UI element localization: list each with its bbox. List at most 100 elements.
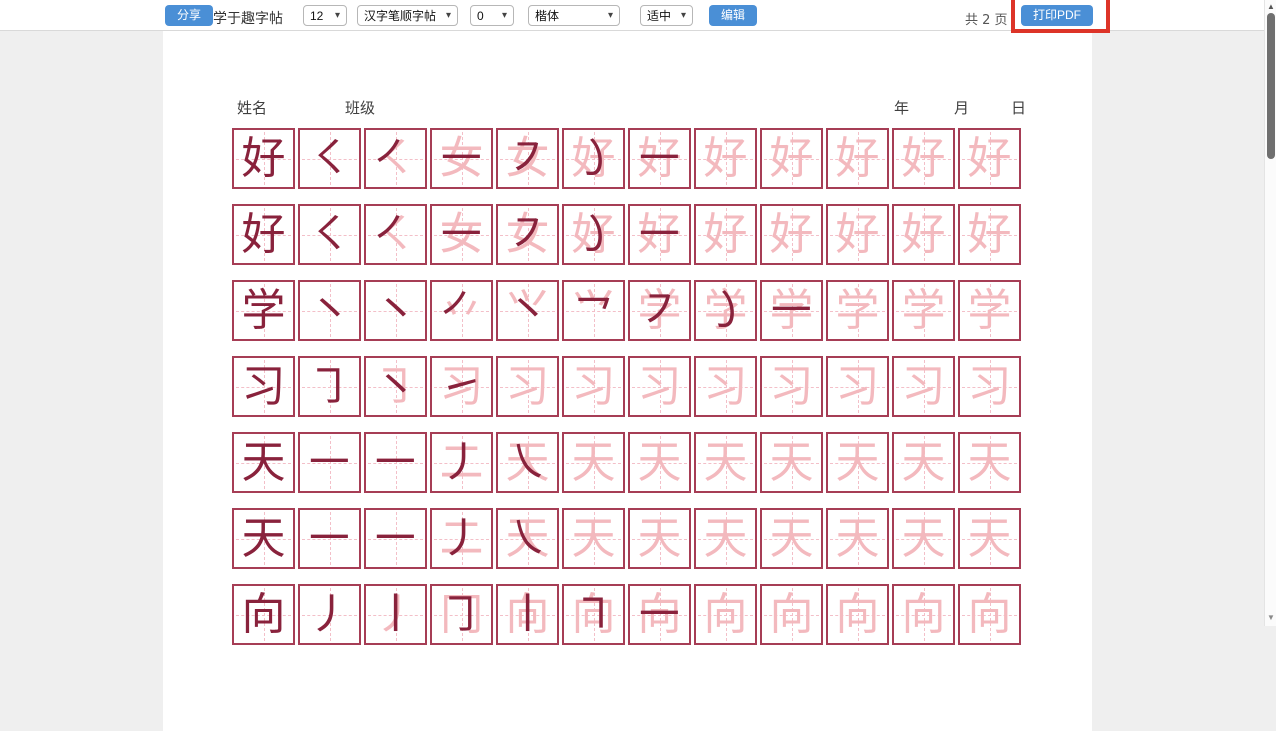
class-label: 班级 — [345, 97, 375, 118]
month-label: 月 — [954, 97, 969, 118]
spacing-select[interactable]: 适中 ▾ — [640, 5, 693, 26]
chevron-down-icon: ▾ — [335, 10, 340, 21]
stroke-character: ㇏ — [498, 510, 557, 567]
stroke-character: ㇁ — [564, 130, 623, 187]
grid-cell: 学㇇ — [628, 280, 691, 341]
grid-cell: ㇛㇒ — [364, 128, 427, 189]
worksheet-type-select[interactable]: 汉字笔顺字帖 ▾ — [357, 5, 458, 26]
stroke-character: ㇔ — [498, 282, 557, 339]
grid-cell: 女㇐ — [430, 204, 493, 265]
offset-select[interactable]: 0 ▾ — [470, 5, 514, 26]
trace-character: 学 — [828, 282, 887, 339]
edit-button[interactable]: 编辑 — [709, 5, 757, 26]
trace-character: 好 — [696, 206, 755, 263]
grid-cell: 习 — [892, 356, 955, 417]
stroke-character: ㇁ — [696, 282, 755, 339]
grid-cell: 好 — [760, 204, 823, 265]
count-select[interactable]: 12 ▾ — [303, 5, 347, 26]
scrollbar[interactable]: ▲ ▼ — [1264, 0, 1276, 626]
grid-cell: 天 — [562, 508, 625, 569]
trace-character: 学 — [960, 282, 1019, 339]
trace-character: 天 — [960, 510, 1019, 567]
stroke-character: 好 — [234, 206, 293, 263]
grid-cell: 学 — [826, 280, 889, 341]
grid-cell: 好 — [232, 204, 295, 265]
grid-cell: 冂㇆ — [430, 584, 493, 645]
grid-cell: 向 — [232, 584, 295, 645]
stroke-character: ㇐ — [366, 434, 425, 491]
grid-cell: ㇐ — [298, 432, 361, 493]
trace-character: 习 — [498, 358, 557, 415]
grid-cell: 好㇁ — [562, 204, 625, 265]
trace-character: 习 — [696, 358, 755, 415]
trace-character: 好 — [828, 206, 887, 263]
trace-character: 天 — [696, 510, 755, 567]
grid-cell: 好 — [232, 128, 295, 189]
grid-cell: 习 — [562, 356, 625, 417]
grid-cell: 天 — [760, 508, 823, 569]
grid-cell: ⺍㇖ — [562, 280, 625, 341]
scroll-up-icon[interactable]: ▲ — [1265, 1, 1276, 13]
trace-character: 向 — [762, 586, 821, 643]
trace-character: 天 — [762, 510, 821, 567]
grid-cell: 学 — [958, 280, 1021, 341]
print-pdf-button[interactable]: 打印PDF — [1021, 5, 1093, 26]
trace-character: 天 — [960, 434, 1019, 491]
grid-cell: 天 — [892, 432, 955, 493]
grid-cell: 天 — [562, 432, 625, 493]
trace-character: 向 — [894, 586, 953, 643]
trace-character: 天 — [828, 434, 887, 491]
trace-character: 天 — [630, 510, 689, 567]
trace-character: 向 — [696, 586, 755, 643]
stroke-character: ㇓ — [432, 434, 491, 491]
trace-character: 天 — [894, 434, 953, 491]
stroke-character: ㇏ — [498, 434, 557, 491]
stroke-character: 习 — [234, 358, 293, 415]
grid-cell: ㇆ — [298, 356, 361, 417]
stroke-character: ㇕ — [564, 586, 623, 643]
grid-cell: 向 — [826, 584, 889, 645]
chevron-down-icon: ▾ — [446, 10, 451, 21]
trace-character: 天 — [564, 510, 623, 567]
grid-cell: 向 — [958, 584, 1021, 645]
grid-cell: 习 — [760, 356, 823, 417]
grid-cell: 习㇀ — [430, 356, 493, 417]
trace-character: 天 — [828, 510, 887, 567]
trace-character: 好 — [894, 206, 953, 263]
stroke-character: ㇐ — [630, 586, 689, 643]
stroke-character: ㇆ — [432, 586, 491, 643]
grid-cell: 天 — [826, 508, 889, 569]
grid-cell: 学 — [232, 280, 295, 341]
trace-character: 习 — [960, 358, 1019, 415]
grid-cell: 习 — [496, 356, 559, 417]
stroke-character: ㇐ — [300, 434, 359, 491]
scroll-down-icon[interactable]: ▼ — [1265, 612, 1276, 624]
grid-cell: 好 — [760, 128, 823, 189]
share-button[interactable]: 分享 — [165, 5, 213, 26]
year-label: 年 — [894, 97, 909, 118]
grid-cell: 天 — [826, 432, 889, 493]
grid-cell: 丷㇒ — [430, 280, 493, 341]
offset-select-value: 0 — [477, 9, 484, 23]
day-label: 日 — [1011, 97, 1026, 118]
stroke-character: ㇁ — [564, 206, 623, 263]
grid-cell: 向 — [760, 584, 823, 645]
grid-cell: 好 — [826, 128, 889, 189]
trace-character: 习 — [762, 358, 821, 415]
stroke-character: ㇓ — [300, 586, 359, 643]
stroke-character: ㇒ — [366, 130, 425, 187]
stroke-character: ㇐ — [630, 206, 689, 263]
stroke-character: ㇐ — [366, 510, 425, 567]
trace-character: 习 — [894, 358, 953, 415]
grid-cell: 向㇕ — [562, 584, 625, 645]
stroke-character: 天 — [234, 510, 293, 567]
grid-cell: 好 — [694, 128, 757, 189]
stroke-character: 好 — [234, 130, 293, 187]
scrollbar-thumb[interactable] — [1267, 13, 1275, 159]
grid-cell: ㇔ — [298, 280, 361, 341]
stroke-character: ㇒ — [366, 206, 425, 263]
chevron-down-icon: ▾ — [681, 10, 686, 21]
font-select[interactable]: 楷体 ▾ — [528, 5, 620, 26]
grid-cell: 向㇐ — [628, 584, 691, 645]
grid-cell: ㇛ — [298, 128, 361, 189]
